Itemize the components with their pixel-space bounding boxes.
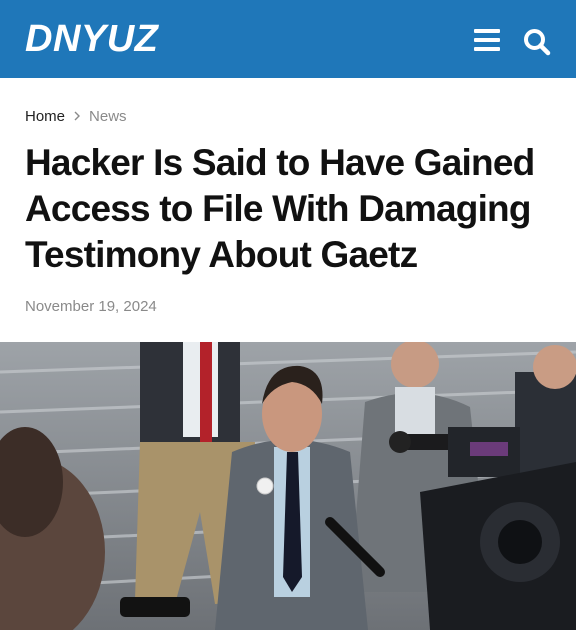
site-header: DNYUZ	[0, 0, 576, 78]
breadcrumb-home-link[interactable]: Home	[25, 108, 65, 126]
article-date: November 19, 2024	[25, 298, 157, 315]
chevron-right-icon	[73, 108, 81, 126]
search-icon[interactable]	[522, 27, 552, 57]
breadcrumb-category-link[interactable]: News	[89, 108, 127, 126]
article-headline: Hacker Is Said to Have Gained Access to …	[25, 142, 535, 275]
breadcrumb: Home News	[25, 108, 127, 126]
hamburger-menu-icon[interactable]	[474, 29, 500, 51]
article-hero-image	[0, 342, 576, 630]
site-logo[interactable]: DNYUZ	[25, 16, 158, 62]
